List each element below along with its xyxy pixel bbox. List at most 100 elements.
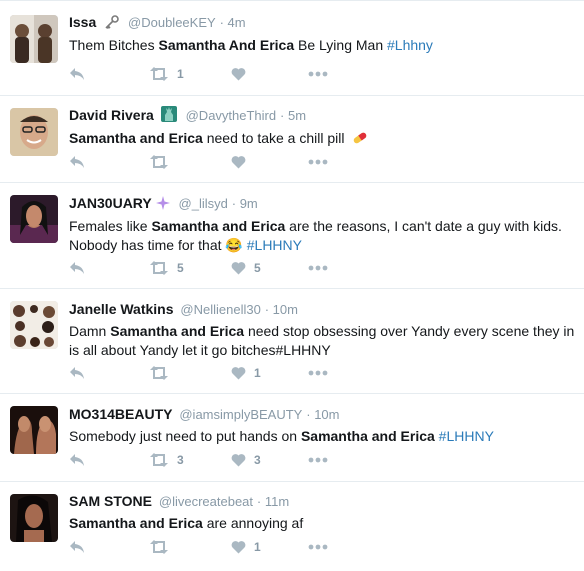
retweet-count: 5 xyxy=(177,261,184,275)
reply-icon xyxy=(69,67,85,81)
retweet-button[interactable]: 5 xyxy=(149,260,184,276)
tweet-actions: 33 xyxy=(69,452,369,468)
tweet-actions: 1 xyxy=(69,539,369,555)
reply-button[interactable] xyxy=(69,539,85,555)
fullname[interactable]: JAN30UARY xyxy=(69,195,152,211)
tweet-text: Damn Samantha and Erica need stop obsess… xyxy=(69,322,576,360)
reply-button[interactable] xyxy=(69,365,85,381)
retweet-icon xyxy=(149,453,169,467)
more-icon xyxy=(308,159,328,165)
fullname[interactable]: SAM STONE xyxy=(69,493,152,509)
like-count: 5 xyxy=(254,261,261,275)
retweet-button[interactable] xyxy=(149,154,177,170)
highlighted-term: Samantha and Erica xyxy=(300,428,435,444)
sparkles-icon xyxy=(155,196,170,214)
timestamp[interactable]: · 10m xyxy=(306,407,339,422)
username[interactable]: @iamsimplyBEAUTY xyxy=(179,407,302,422)
text-segment: Somebody just need to put hands on xyxy=(69,428,301,444)
retweet-icon xyxy=(149,366,169,380)
username[interactable]: @Nellienell30 xyxy=(180,302,260,317)
text-segment: Females like xyxy=(69,218,152,234)
reply-button[interactable] xyxy=(69,154,85,170)
tweet[interactable]: SAM STONE @livecreatebeat · 11m Samantha… xyxy=(0,481,584,571)
tweet-header: Janelle Watkins @Nellienell30 · 10m xyxy=(69,300,576,319)
tweet-header: David Rivera @DavytheThird · 5m xyxy=(69,106,576,126)
heart-icon xyxy=(231,155,246,169)
username[interactable]: @DoubleeKEY xyxy=(128,15,216,30)
avatar[interactable] xyxy=(10,301,58,349)
timestamp[interactable]: · 10m xyxy=(265,302,298,317)
tweet-actions xyxy=(69,154,369,170)
timestamp[interactable]: · 5m xyxy=(280,108,306,123)
username[interactable]: @_lilsyd xyxy=(179,196,228,211)
more-button[interactable] xyxy=(308,154,328,170)
tweet-actions: 1 xyxy=(69,66,369,82)
reply-icon xyxy=(69,540,85,554)
heart-icon xyxy=(231,261,246,275)
highlighted-term: Samantha and Erica xyxy=(110,323,245,339)
text-segment: Damn xyxy=(69,323,111,339)
retweet-button[interactable] xyxy=(149,365,177,381)
like-button[interactable]: 3 xyxy=(231,452,261,468)
heart-icon xyxy=(231,453,246,467)
text-segment: need to take a chill pill xyxy=(202,130,349,146)
tweet-text: Females like Samantha and Erica are the … xyxy=(69,217,576,255)
timestamp[interactable]: · 11m xyxy=(257,494,289,509)
more-button[interactable] xyxy=(308,66,328,82)
username[interactable]: @livecreatebeat xyxy=(159,494,253,509)
reply-button[interactable] xyxy=(69,452,85,468)
more-button[interactable] xyxy=(308,452,328,468)
timestamp[interactable]: · 9m xyxy=(232,196,258,211)
tweet-header: SAM STONE @livecreatebeat · 11m xyxy=(69,492,576,511)
fullname[interactable]: David Rivera xyxy=(69,107,154,123)
highlighted-term: Samantha and Erica xyxy=(69,130,203,146)
more-button[interactable] xyxy=(308,365,328,381)
key-icon xyxy=(103,15,119,33)
retweet-icon xyxy=(149,67,169,81)
retweet-button[interactable] xyxy=(149,539,177,555)
reply-button[interactable] xyxy=(69,66,85,82)
fullname[interactable]: MO314BEAUTY xyxy=(69,406,172,422)
statue-of-liberty-icon xyxy=(160,106,177,126)
tweet-text: Samantha and Erica need to take a chill … xyxy=(69,129,576,150)
hashtag-link[interactable]: #LHHNY xyxy=(247,237,302,253)
heart-icon xyxy=(231,540,246,554)
heart-icon xyxy=(231,366,246,380)
avatar[interactable] xyxy=(10,195,58,243)
text-segment: are annoying af xyxy=(202,515,304,531)
retweet-count: 1 xyxy=(177,67,184,81)
hashtag-link[interactable]: #LHHNY xyxy=(439,428,494,444)
like-count: 3 xyxy=(254,453,261,467)
more-button[interactable] xyxy=(308,539,328,555)
reply-icon xyxy=(69,366,85,380)
reply-icon xyxy=(69,261,85,275)
username[interactable]: @DavytheThird xyxy=(186,108,277,123)
avatar[interactable] xyxy=(10,406,58,454)
like-button[interactable]: 1 xyxy=(231,539,261,555)
retweet-button[interactable]: 1 xyxy=(149,66,184,82)
like-button[interactable] xyxy=(231,154,254,170)
more-icon xyxy=(308,457,328,463)
avatar[interactable] xyxy=(10,15,58,63)
retweet-button[interactable]: 3 xyxy=(149,452,184,468)
reply-button[interactable] xyxy=(69,260,85,276)
avatar[interactable] xyxy=(10,108,58,156)
fullname[interactable]: Issa xyxy=(69,14,96,30)
fullname[interactable]: Janelle Watkins xyxy=(69,301,174,317)
timestamp[interactable]: · 4m xyxy=(220,15,246,30)
like-count: 1 xyxy=(254,366,261,380)
like-button[interactable]: 5 xyxy=(231,260,261,276)
tweet-header: MO314BEAUTY @iamsimplyBEAUTY · 10m xyxy=(69,405,576,424)
retweet-icon xyxy=(149,155,169,169)
tweet-text: Samantha and Erica are annoying af xyxy=(69,514,576,533)
more-button[interactable] xyxy=(308,260,328,276)
retweet-count: 3 xyxy=(177,453,184,467)
retweet-icon xyxy=(149,540,169,554)
like-button[interactable]: 1 xyxy=(231,365,261,381)
text-segment: Them Bitches xyxy=(69,37,159,53)
tweet-actions: 1 xyxy=(69,365,369,381)
avatar[interactable] xyxy=(10,494,58,542)
emoji: 😂 xyxy=(225,237,247,253)
like-button[interactable] xyxy=(231,66,254,82)
hashtag-link[interactable]: #Lhhny xyxy=(387,37,433,53)
